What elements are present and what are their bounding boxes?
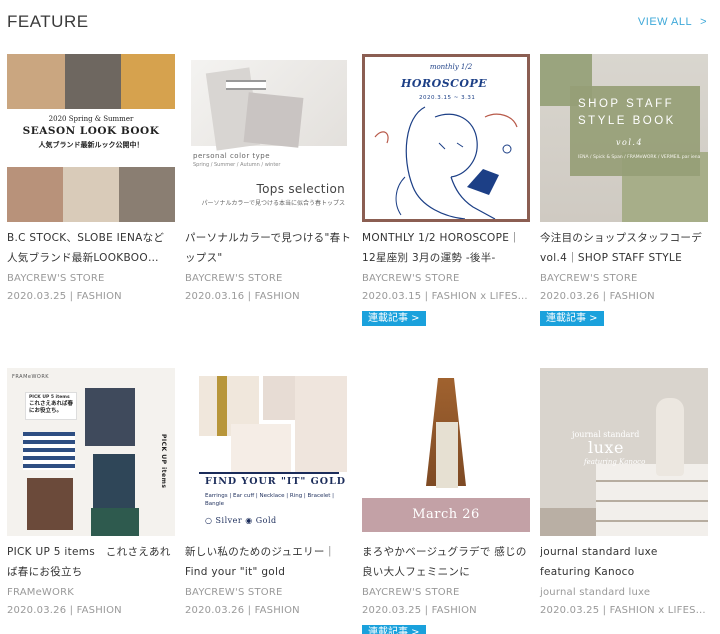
card-title[interactable]: PICK UP 5 items これさえあれば春にお役立ち	[7, 542, 175, 582]
series-badge[interactable]: 連載記事 >	[362, 311, 426, 326]
card-store: journal standard luxe	[540, 587, 651, 598]
card-store: BAYCREW'S STORE	[540, 273, 638, 284]
feature-card-5[interactable]: FRAMeWORK PICK UP 5 items これさえあれば春にお役立ち。…	[7, 368, 175, 620]
series-badge[interactable]: 連載記事 >	[540, 311, 604, 326]
card-store: BAYCREW'S STORE	[185, 273, 283, 284]
lookbook-banner: 2020 Spring & Summer SEASON LOOK BOOK 人気…	[7, 109, 175, 167]
feature-card-image[interactable]: FRAMeWORK PICK UP 5 items これさえあれば春にお役立ち。…	[7, 368, 175, 536]
pickup-box: PICK UP 5 items これさえあれば春にお役立ち。	[25, 392, 77, 420]
card-meta: 2020.03.25 | FASHION x LIFESTYLE	[540, 605, 708, 616]
silver-gold-text: ○ Silver ◉ Gold	[205, 516, 277, 525]
feature-card-image[interactable]: SHOP STAFF STYLE BOOK vol.4 IENA / Spick …	[540, 54, 708, 222]
lookbook-year-text: 2020 Spring & Summer	[48, 115, 134, 123]
card-meta: 2020.03.26 | FASHION	[540, 291, 655, 302]
card-title[interactable]: 新しい私のためのジュエリー｜Find your "it" gold	[185, 542, 353, 582]
tops-caption-text: パーソナルカラーで見つける本当に似合う春トップス	[201, 200, 345, 207]
volume-text: vol.4	[616, 138, 644, 147]
card-store: BAYCREW'S STORE	[362, 587, 460, 598]
pickup-title-text: PICK UP 5 items	[29, 395, 70, 400]
luxe-text: luxe	[588, 438, 624, 457]
color-type-text: personal color type	[193, 152, 271, 160]
card-meta: 2020.03.26 | FASHION	[7, 605, 122, 616]
tops-selection-text: Tops selection	[256, 182, 345, 196]
card-meta: 2020.03.26 | FASHION	[185, 605, 300, 616]
lookbook-title-text: SEASON LOOK BOOK	[22, 125, 160, 137]
card-store: BAYCREW'S STORE	[362, 273, 460, 284]
chevron-right-icon[interactable]: >	[700, 16, 707, 28]
view-all-label[interactable]: VIEW ALL	[638, 16, 692, 28]
card-meta: 2020.03.25 | FASHION	[362, 605, 477, 616]
card-title[interactable]: journal standard luxe featuring Kanoco	[540, 542, 708, 582]
feature-card-8[interactable]: journal standard luxe featuring Kanoco j…	[540, 368, 708, 620]
lookbook-caption-text: 人気ブランド最新ルック公開中！	[38, 141, 144, 149]
card-title[interactable]: B.C STOCK、SLOBE IENAなど人気ブランド最新LOOKBOO…	[7, 228, 175, 268]
model-image	[656, 398, 684, 476]
card-store: FRAMeWORK	[7, 587, 74, 598]
feature-card-7[interactable]: March 26 まろやかベージュグラデで 感じの良い大人フェミニンに BAYC…	[362, 368, 530, 634]
featuring-text: featuring Kanoco	[584, 458, 646, 466]
feature-card-image[interactable]: March 26	[362, 368, 530, 536]
feature-card-1[interactable]: 2020 Spring & Summer SEASON LOOK BOOK 人気…	[7, 54, 175, 306]
feature-card-2[interactable]: personal color type Spring / Summer / Au…	[185, 54, 353, 306]
card-title[interactable]: MONTHLY 1/2 HOROSCOPE｜12星座別 3月の運勢 -後半-	[362, 228, 530, 268]
card-store: BAYCREW'S STORE	[7, 273, 105, 284]
feature-card-image[interactable]: journal standard luxe featuring Kanoco	[540, 368, 708, 536]
card-meta: 2020.03.25 | FASHION	[7, 291, 122, 302]
feature-card-6[interactable]: FIND YOUR "IT" GOLD Earrings | Ear cuff …	[185, 368, 353, 620]
card-title[interactable]: まろやかベージュグラデで 感じの良い大人フェミニンに	[362, 542, 530, 582]
card-meta: 2020.03.16 | FASHION	[185, 291, 300, 302]
pickup-side-text: PICK UP items	[160, 434, 167, 489]
feature-card-3[interactable]: monthly 1/2 HOROSCOPE 2020.3.15 ~ 3.31 M…	[362, 54, 530, 326]
card-title[interactable]: 今注目のショップスタッフコーデ vol.4｜SHOP STAFF STYLE B…	[540, 228, 708, 268]
date-banner-text: March 26	[362, 498, 530, 532]
feature-card-image[interactable]: personal color type Spring / Summer / Au…	[185, 54, 353, 222]
feature-card-image[interactable]: monthly 1/2 HOROSCOPE 2020.3.15 ~ 3.31	[362, 54, 530, 222]
shop-staff-text: SHOP STAFF STYLE BOOK	[578, 98, 676, 127]
section-title: FEATURE	[7, 12, 89, 31]
brands-text: IENA / Spick & Span / FRAMeWORK / VERMEI…	[578, 155, 701, 160]
feature-card-image[interactable]: 2020 Spring & Summer SEASON LOOK BOOK 人気…	[7, 54, 175, 222]
jewelry-items-text: Earrings | Ear cuff | Necklace | Ring | …	[205, 493, 335, 507]
find-gold-text: FIND YOUR "IT" GOLD	[205, 476, 346, 487]
brand-label: FRAMeWORK	[12, 374, 50, 380]
tops-photo	[191, 60, 347, 151]
pickup-caption-text: これさえあれば春にお役立ち。	[29, 401, 74, 414]
feature-card-image[interactable]: FIND YOUR "IT" GOLD Earrings | Ear cuff …	[185, 368, 353, 536]
seasons-text: Spring / Summer / Autumn / winter	[193, 162, 281, 168]
feature-header: FEATURE VIEW ALL >	[7, 10, 707, 36]
view-all-link[interactable]: VIEW ALL >	[638, 16, 707, 28]
card-title[interactable]: パーソナルカラーで見つける"春トップス"	[185, 228, 353, 268]
series-badge[interactable]: 連載記事 >	[362, 625, 426, 634]
card-meta: 2020.03.15 | FASHION x LIFESTYLE	[362, 291, 530, 302]
woman-illustration	[374, 106, 518, 219]
feature-card-4[interactable]: SHOP STAFF STYLE BOOK vol.4 IENA / Spick …	[540, 54, 708, 326]
card-store: BAYCREW'S STORE	[185, 587, 283, 598]
